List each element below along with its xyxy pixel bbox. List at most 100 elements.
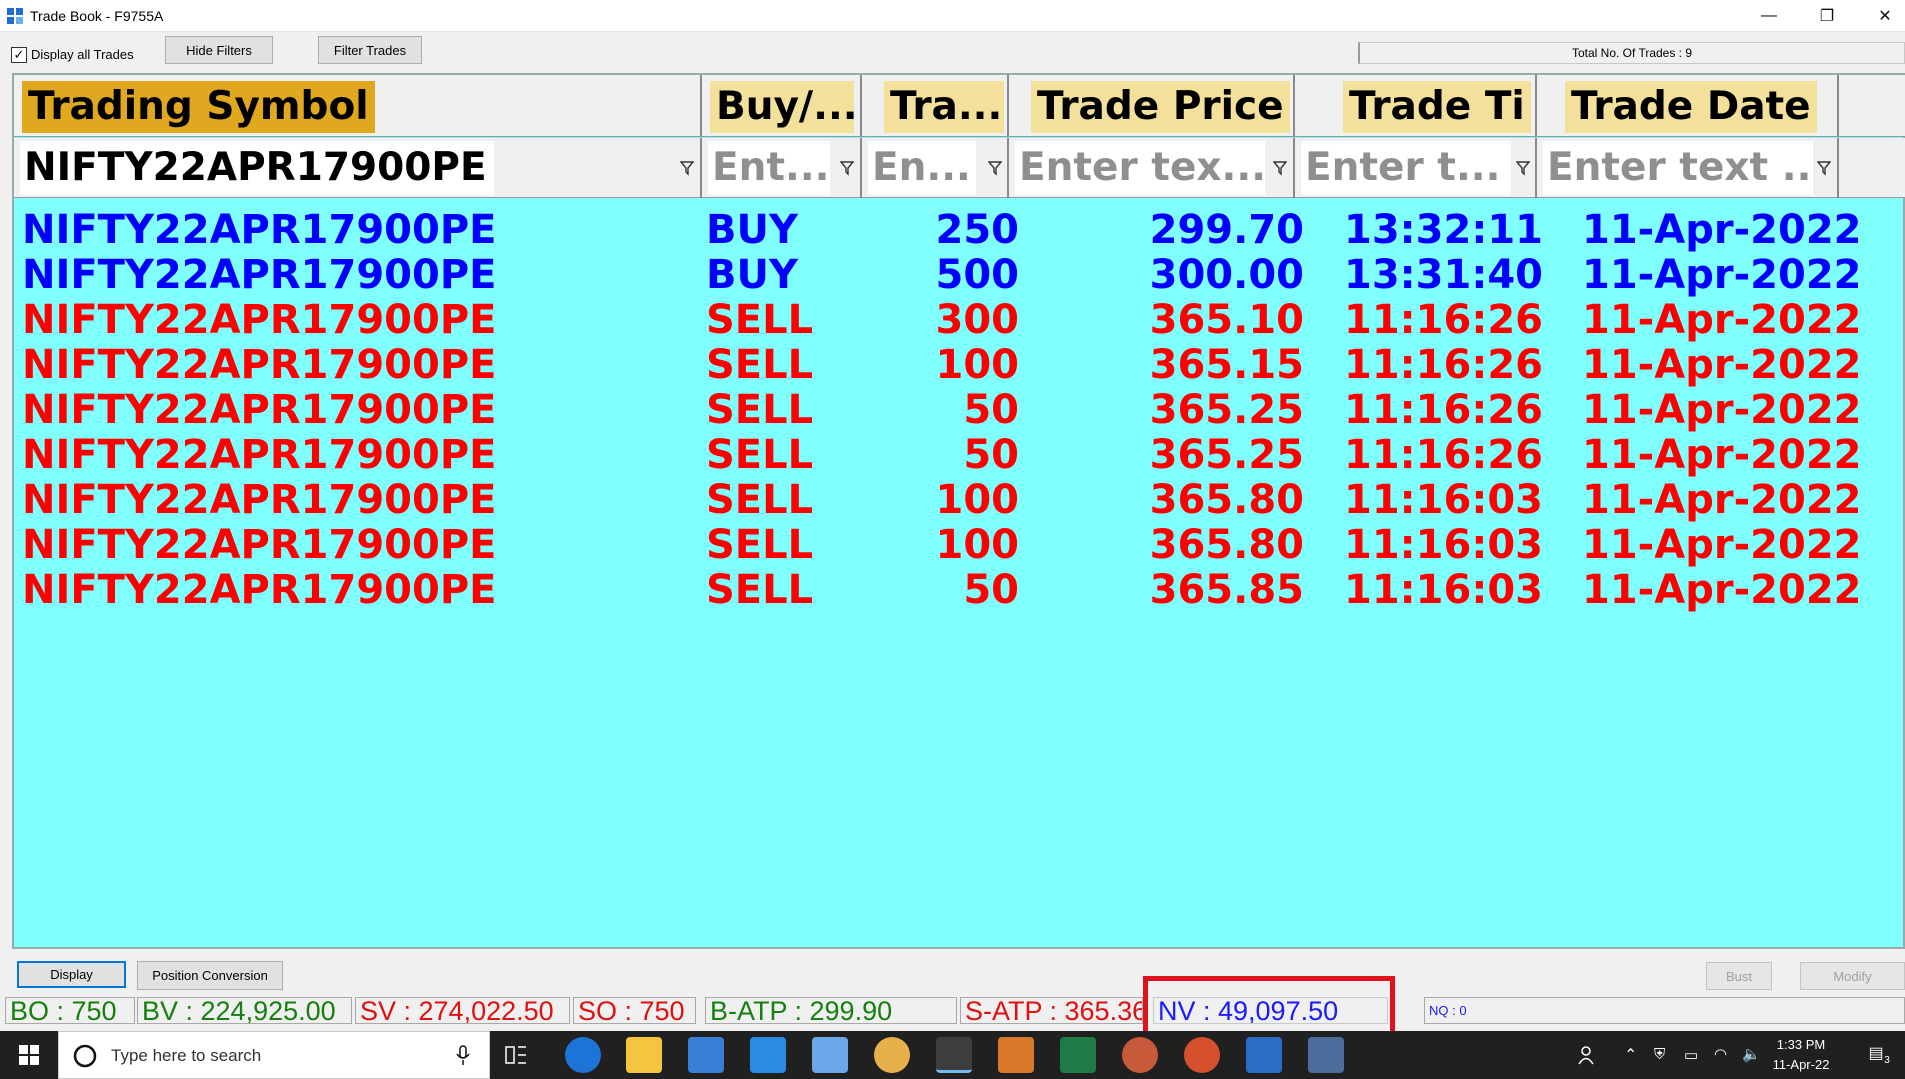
cell-side: SELL (706, 432, 814, 478)
clock-date[interactable]: 11-Apr-22 (1770, 1057, 1832, 1072)
file-explorer-icon[interactable] (626, 1037, 662, 1073)
cell-symbol: NIFTY22APR17900PE (22, 567, 497, 613)
filter-funnel-icon[interactable] (680, 160, 694, 176)
display-button[interactable]: Display (17, 961, 126, 988)
wifi-icon[interactable]: ◠ (1714, 1045, 1727, 1063)
status-batp: B-ATP : 299.90 (705, 997, 957, 1024)
filter-input-side[interactable]: Ent... (708, 141, 830, 195)
col-header-date[interactable]: Trade Date (1537, 75, 1839, 137)
col-header-qty[interactable]: Tra... (862, 75, 1009, 137)
start-button[interactable] (0, 1031, 58, 1079)
bust-button[interactable]: Bust (1706, 962, 1772, 990)
desktop-app-icon[interactable] (812, 1037, 848, 1073)
col-header-price[interactable]: Trade Price (1009, 75, 1295, 137)
trading-app-icon[interactable] (936, 1037, 972, 1073)
excel-icon[interactable] (1060, 1037, 1096, 1073)
mail-icon[interactable] (750, 1037, 786, 1073)
store-icon[interactable] (688, 1037, 724, 1073)
filter-trades-button[interactable]: Filter Trades (318, 36, 422, 64)
clock-time[interactable]: 1:33 PM (1770, 1037, 1832, 1052)
col-header-time[interactable]: Trade Ti (1295, 75, 1537, 137)
chrome-profile-icon[interactable] (1122, 1037, 1158, 1073)
chrome-profile-icon[interactable] (1184, 1037, 1220, 1073)
cell-price: 365.80 (1149, 522, 1304, 568)
chrome-icon[interactable] (874, 1037, 910, 1073)
table-row[interactable]: NIFTY22APR17900PE SELL 50 365.85 11:16:03 11-… (14, 568, 1905, 613)
cell-date: 11-Apr-2022 (1582, 477, 1862, 523)
window-title: Trade Book - F9755A (30, 8, 164, 24)
cell-symbol: NIFTY22APR17900PE (22, 522, 497, 568)
battery-icon[interactable]: ▭ (1684, 1046, 1698, 1064)
cell-side: BUY (706, 252, 798, 298)
cell-date: 11-Apr-2022 (1582, 207, 1862, 253)
filter-input-price[interactable]: Enter tex... (1015, 141, 1265, 195)
cell-price: 365.25 (1149, 432, 1304, 478)
cell-symbol: NIFTY22APR17900PE (22, 207, 497, 253)
table-row[interactable]: NIFTY22APR17900PE SELL 100 365.80 11:16:03 11… (14, 478, 1905, 523)
cell-qty: 100 (935, 477, 1020, 523)
cell-side: SELL (706, 567, 814, 613)
total-trades-count: Total No. Of Trades : 9 (1358, 42, 1905, 64)
task-view-icon[interactable] (505, 1044, 529, 1066)
cell-qty: 100 (935, 342, 1020, 388)
cell-price: 365.80 (1149, 477, 1304, 523)
filter-input-date[interactable]: Enter text ... (1543, 141, 1813, 195)
cell-time: 11:16:26 (1344, 297, 1543, 343)
cell-date: 11-Apr-2022 (1582, 522, 1862, 568)
cell-side: SELL (706, 522, 814, 568)
volume-icon[interactable]: 🔈 (1742, 1045, 1761, 1063)
filter-funnel-icon[interactable] (1516, 160, 1530, 176)
table-row[interactable]: NIFTY22APR17900PE BUY 250 299.70 13:32:11 11-… (14, 208, 1905, 253)
filter-cell-side: Ent... (702, 138, 862, 198)
window-app-icon[interactable] (1246, 1037, 1282, 1073)
toolbar: ✓ Display all Trades Hide Filters Filter… (0, 33, 1905, 71)
calculator-icon[interactable] (1308, 1037, 1344, 1073)
filter-input-symbol[interactable]: NIFTY22APR17900PE (20, 141, 494, 195)
microphone-icon[interactable] (456, 1045, 470, 1067)
col-label-qty: Tra... (884, 81, 1004, 133)
filter-funnel-icon[interactable] (1817, 160, 1831, 176)
cell-price: 365.15 (1149, 342, 1304, 388)
filter-cell-time: Enter t... (1295, 138, 1537, 198)
cell-time: 13:31:40 (1344, 252, 1543, 298)
table-row[interactable]: NIFTY22APR17900PE SELL 100 365.15 11:16:26 11… (14, 343, 1905, 388)
minimize-button[interactable]: — (1740, 0, 1798, 32)
table-row[interactable]: NIFTY22APR17900PE SELL 100 365.80 11:16:03 11… (14, 523, 1905, 568)
table-row[interactable]: NIFTY22APR17900PE SELL 50 365.25 11:16:26 11-… (14, 433, 1905, 478)
trade-rows: NIFTY22APR17900PE BUY 250 299.70 13:32:11 11-… (14, 208, 1905, 613)
taskbar-search[interactable]: Type here to search (58, 1031, 490, 1079)
table-row[interactable]: NIFTY22APR17900PE SELL 50 365.25 11:16:26 11-… (14, 388, 1905, 433)
filter-funnel-icon[interactable] (988, 160, 1002, 176)
filter-funnel-icon[interactable] (840, 160, 854, 176)
security-icon[interactable]: ⛨ (1654, 1046, 1665, 1063)
restore-button[interactable]: ❐ (1798, 0, 1856, 32)
position-conversion-button[interactable]: Position Conversion (137, 961, 283, 990)
cell-side: SELL (706, 297, 814, 343)
col-label-price: Trade Price (1031, 81, 1290, 133)
close-button[interactable]: ✕ (1856, 0, 1905, 32)
paint-icon[interactable] (998, 1037, 1034, 1073)
grid-header: Trading Symbol Buy/... Tra... Trade Pric… (14, 75, 1905, 137)
col-header-side[interactable]: Buy/... (702, 75, 862, 137)
cell-time: 11:16:26 (1344, 432, 1543, 478)
table-row[interactable]: NIFTY22APR17900PE SELL 300 365.10 11:16:26 11… (14, 298, 1905, 343)
people-icon[interactable] (1578, 1045, 1598, 1065)
filter-input-qty[interactable]: En... (868, 141, 976, 195)
chevron-up-icon[interactable]: ⌃ (1624, 1045, 1637, 1065)
cortana-icon (73, 1044, 97, 1068)
cell-side: SELL (706, 477, 814, 523)
cell-side: SELL (706, 387, 814, 433)
filter-funnel-icon[interactable] (1273, 160, 1287, 176)
modify-button[interactable]: Modify (1800, 962, 1905, 990)
table-row[interactable]: NIFTY22APR17900PE BUY 500 300.00 13:31:40 11-… (14, 253, 1905, 298)
display-all-checkbox[interactable]: ✓ (11, 47, 27, 63)
cell-symbol: NIFTY22APR17900PE (22, 297, 497, 343)
filter-input-time[interactable]: Enter t... (1301, 141, 1511, 195)
col-header-symbol[interactable]: Trading Symbol (14, 75, 702, 137)
title-bar: Trade Book - F9755A — ❐ ✕ (0, 0, 1905, 32)
hide-filters-button[interactable]: Hide Filters (165, 36, 273, 64)
status-bv: BV : 224,925.00 (137, 997, 352, 1024)
status-so: SO : 750 (573, 997, 696, 1024)
status-bo: BO : 750 (5, 997, 135, 1024)
edge-icon[interactable] (565, 1037, 601, 1073)
